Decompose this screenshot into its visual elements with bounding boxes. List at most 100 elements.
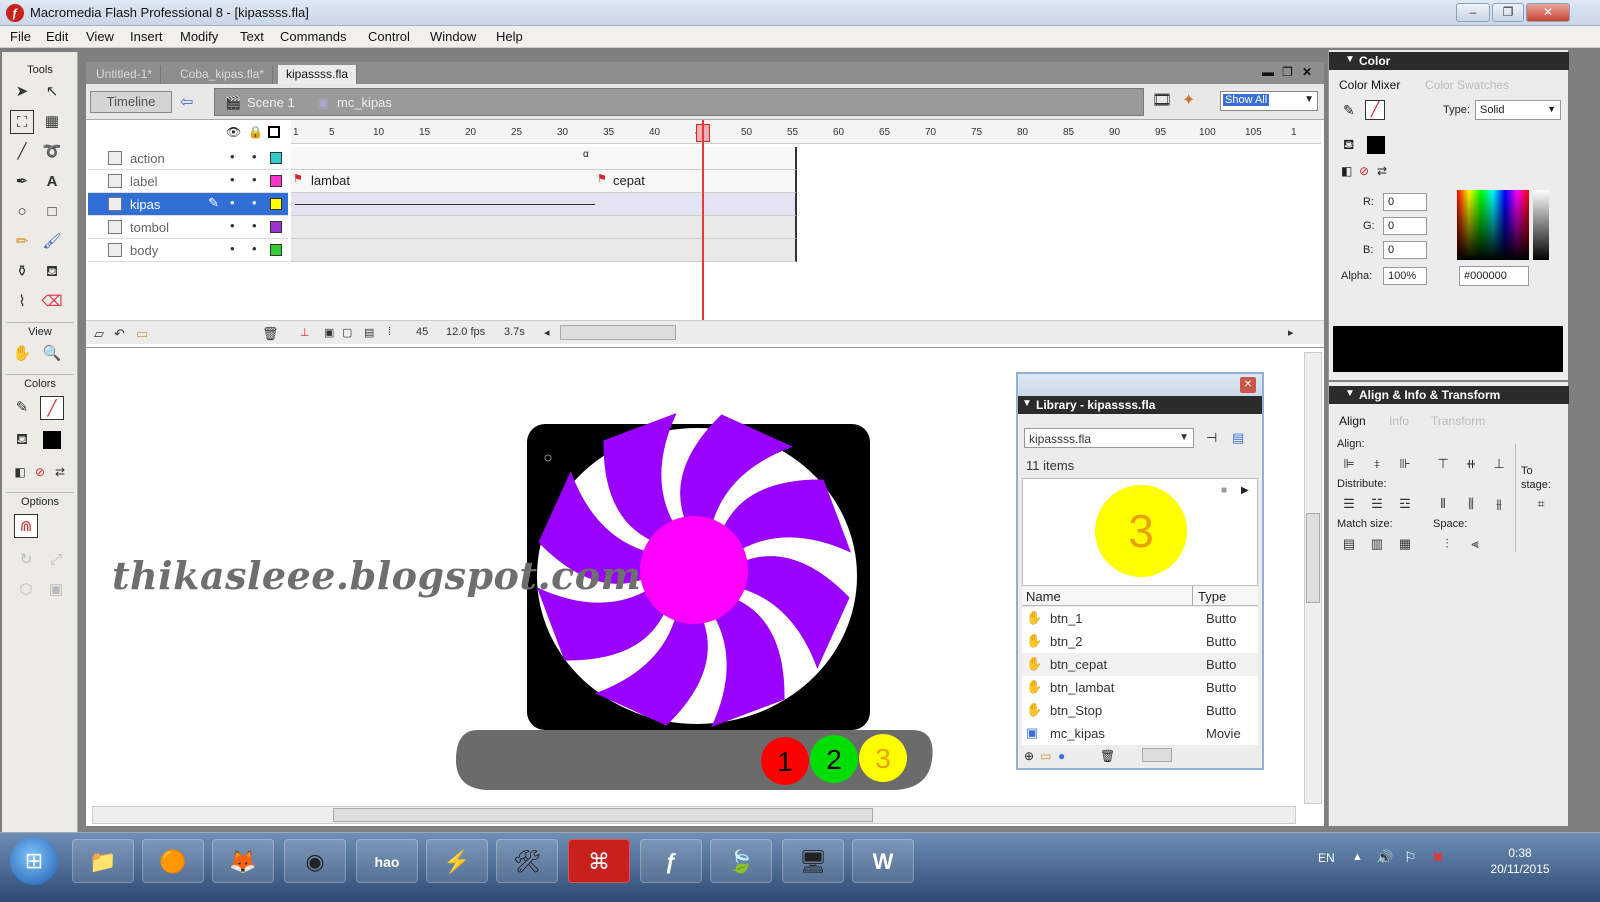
pin-library-icon[interactable]: ⊣ <box>1206 430 1217 446</box>
flash-icon[interactable]: ƒ <box>640 839 702 883</box>
pikachu-icon[interactable]: ⚡ <box>426 839 488 883</box>
library-item-btn-lambat[interactable]: ✋ btn_lambat Butto <box>1022 676 1258 699</box>
delete-item-icon[interactable]: 🗑 <box>1100 749 1115 763</box>
add-motion-guide-icon[interactable]: ↶ <box>114 326 125 342</box>
space-horizontal-icon[interactable]: ⫷ <box>1465 536 1485 552</box>
distribute-top-icon[interactable]: ☰ <box>1339 496 1359 512</box>
layer-row-action[interactable]: action • • <box>88 147 288 170</box>
tab-coba-kipas[interactable]: Coba_kipas.fla* <box>172 65 274 84</box>
media-icon[interactable]: 🟠 <box>142 839 204 883</box>
no-color-icon[interactable]: ⊘ <box>1359 164 1369 178</box>
layer-row-kipas[interactable]: kipas ✎ • • <box>88 193 288 216</box>
tray-arrow-icon[interactable]: ▲ <box>1352 851 1363 863</box>
lock-dot[interactable]: • <box>252 195 257 210</box>
delete-layer-icon[interactable]: 🗑 <box>262 326 279 342</box>
back-arrow-icon[interactable]: ⇦ <box>180 92 193 112</box>
library-item-btn-2[interactable]: ✋ btn_2 Butto <box>1022 630 1258 653</box>
close-window-button[interactable]: ✕ <box>1526 3 1570 22</box>
feather-icon[interactable]: 🍃 <box>710 839 772 883</box>
new-library-panel-icon[interactable]: ▤ <box>1232 430 1244 446</box>
fill-type-select[interactable]: Solid ▼ <box>1475 100 1561 120</box>
timeline-toggle-button[interactable]: Timeline <box>90 91 172 113</box>
brightness-slider[interactable] <box>1533 190 1549 260</box>
frames-action[interactable]: α <box>291 147 797 170</box>
insert-layer-icon[interactable]: ▱ <box>94 326 104 342</box>
alpha-input[interactable]: 100% <box>1383 267 1427 285</box>
menu-edit[interactable]: Edit <box>46 29 68 44</box>
play-preview-icon[interactable]: ▶ <box>1241 485 1249 496</box>
collapse-arrow-icon[interactable]: ▼ <box>1345 388 1355 399</box>
snap-to-objects-icon[interactable]: ⋒ <box>14 514 38 538</box>
doc-minimize-icon[interactable]: ▬ <box>1262 65 1274 79</box>
frames-label[interactable]: ⚑ lambat ⚑ cepat <box>291 170 797 193</box>
library-item-btn-1[interactable]: ✋ btn_1 Butto <box>1022 607 1258 630</box>
lasso-tool-icon[interactable]: ➰ <box>40 140 64 164</box>
outline-layers-icon[interactable] <box>268 126 280 138</box>
distribute-bottom-icon[interactable]: ☲ <box>1395 496 1415 512</box>
zoom-select[interactable]: Show All ▼ <box>1220 91 1318 111</box>
acrobat-icon[interactable]: ⌘ <box>568 839 630 883</box>
firefox-icon[interactable]: 🦊 <box>212 839 274 883</box>
action-center-icon[interactable]: ⚐ <box>1404 849 1417 866</box>
default-colors-icon[interactable]: ◧ <box>1341 164 1352 178</box>
hao123-icon[interactable]: hao <box>356 839 418 883</box>
blue-input[interactable]: 0 <box>1383 241 1427 259</box>
menu-file[interactable]: File <box>10 29 31 44</box>
distribute-right-icon[interactable]: ⫵ <box>1489 496 1509 512</box>
onion-skin-icon[interactable]: ▣ <box>324 326 334 339</box>
tools-icon[interactable]: 🛠 <box>496 839 558 883</box>
column-type[interactable]: Type <box>1198 589 1226 604</box>
menu-control[interactable]: Control <box>368 29 410 44</box>
layer-row-body[interactable]: body • • <box>88 239 288 262</box>
timeline-hscroll-thumb[interactable] <box>560 325 676 340</box>
align-bottom-icon[interactable]: ⊥ <box>1489 456 1509 472</box>
input-language[interactable]: EN <box>1318 851 1335 865</box>
free-transform-tool-icon[interactable]: ⛶ <box>10 110 34 134</box>
new-folder-icon[interactable]: ▭ <box>1040 749 1051 763</box>
stage-vscrollbar[interactable] <box>1304 352 1322 804</box>
edit-scene-icon[interactable]: 🎞 <box>1152 90 1172 110</box>
lock-dot[interactable]: • <box>252 172 257 187</box>
onion-outline-icon[interactable]: ▢ <box>342 326 352 339</box>
visibility-dot[interactable]: • <box>230 195 235 210</box>
match-both-icon[interactable]: ▦ <box>1395 536 1415 552</box>
tab-color-swatches[interactable]: Color Swatches <box>1425 78 1509 92</box>
explorer-icon[interactable]: 📁 <box>72 839 134 883</box>
library-document-select[interactable]: kipassss.fla ▼ <box>1024 428 1194 448</box>
library-close-icon[interactable]: ✕ <box>1240 377 1256 393</box>
new-symbol-icon[interactable]: ⊕ <box>1024 749 1034 763</box>
space-vertical-icon[interactable]: ⫶ <box>1437 536 1457 552</box>
line-tool-icon[interactable]: ╱ <box>10 140 34 164</box>
match-width-icon[interactable]: ▤ <box>1339 536 1359 552</box>
menu-help[interactable]: Help <box>496 29 523 44</box>
fan-hub[interactable] <box>640 516 748 624</box>
layer-outline-color[interactable] <box>270 175 282 187</box>
visibility-dot[interactable]: • <box>230 172 235 187</box>
start-button[interactable]: ⊞ <box>10 837 58 885</box>
collapse-arrow-icon[interactable]: ▼ <box>1345 54 1355 65</box>
layer-outline-color[interactable] <box>270 244 282 256</box>
frames-body[interactable] <box>291 239 797 262</box>
lock-dot[interactable]: • <box>252 241 257 256</box>
align-left-icon[interactable]: ⊫ <box>1339 456 1359 472</box>
distribute-left-icon[interactable]: ⫴ <box>1433 496 1453 512</box>
distribute-hcenter-icon[interactable]: ⫼ <box>1461 496 1481 512</box>
onion-markers-icon[interactable]: ⁞ <box>388 326 391 338</box>
layer-outline-color[interactable] <box>270 198 282 210</box>
eraser-tool-icon[interactable]: ⌫ <box>40 290 64 314</box>
align-top-icon[interactable]: ⊤ <box>1433 456 1453 472</box>
frame-rate[interactable]: 12.0 fps <box>446 326 485 338</box>
word-icon[interactable]: W <box>852 839 914 883</box>
clock[interactable]: 0:38 20/11/2015 <box>1480 845 1560 877</box>
show-hide-layers-icon[interactable]: 👁 <box>226 125 241 139</box>
layer-outline-color[interactable] <box>270 221 282 233</box>
pen-tool-icon[interactable]: ✒ <box>10 170 34 194</box>
swap-colors-icon[interactable]: ⇄ <box>1377 164 1387 178</box>
align-vcenter-icon[interactable]: ⧺ <box>1461 456 1481 472</box>
match-height-icon[interactable]: ▥ <box>1367 536 1387 552</box>
lock-dot[interactable]: • <box>252 149 257 164</box>
tab-color-mixer[interactable]: Color Mixer <box>1339 78 1400 92</box>
library-header[interactable]: ▼ Library - kipassss.fla <box>1018 396 1262 414</box>
fill-swatch-icon[interactable] <box>43 431 61 449</box>
menu-view[interactable]: View <box>86 29 114 44</box>
